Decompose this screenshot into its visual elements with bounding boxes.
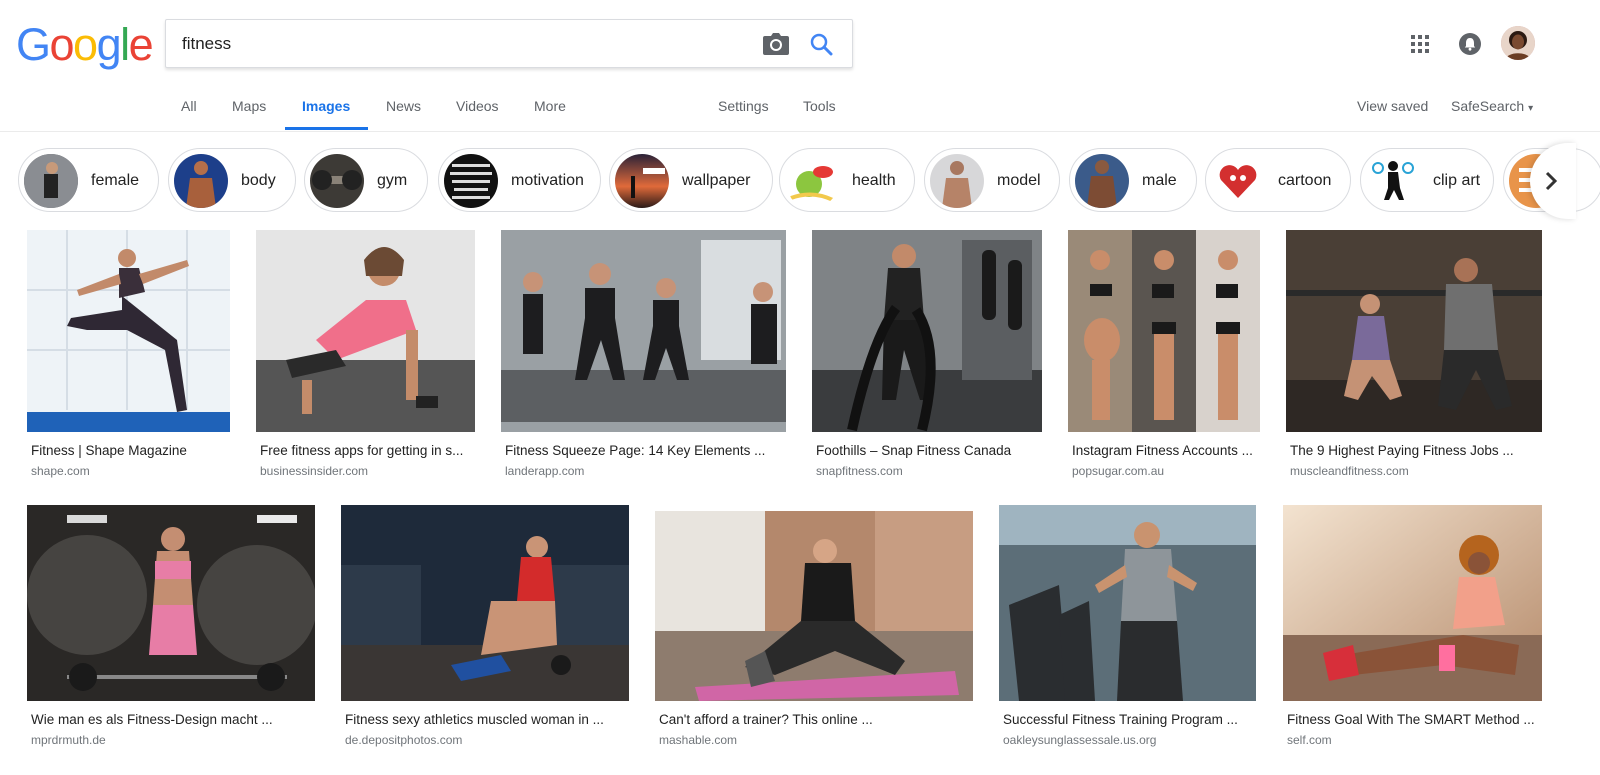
result-image — [1068, 230, 1260, 432]
tab-tools[interactable]: Tools — [803, 98, 836, 114]
chip-label: model — [997, 172, 1041, 189]
tab-maps[interactable]: Maps — [232, 98, 266, 114]
related-chips: female body gym motivation wallpaper hea… — [0, 148, 1600, 214]
chip-thumb — [310, 154, 364, 208]
result-image — [655, 511, 973, 701]
safesearch-label: SafeSearch — [1451, 98, 1525, 114]
image-result[interactable]: Can't afford a trainer? This online ... … — [655, 505, 975, 755]
result-title[interactable]: Fitness sexy athletics muscled woman in … — [345, 712, 604, 727]
chip-thumb — [174, 154, 228, 208]
header: Google — [0, 0, 1600, 90]
result-domain: snapfitness.com — [816, 464, 903, 478]
result-title[interactable]: Foothills – Snap Fitness Canada — [816, 443, 1011, 458]
chip-thumb — [24, 154, 78, 208]
chip-wallpaper[interactable]: wallpaper — [609, 148, 773, 212]
tab-all[interactable]: All — [181, 98, 197, 114]
result-domain: businessinsider.com — [260, 464, 369, 478]
result-domain: muscleandfitness.com — [1290, 464, 1409, 478]
chip-thumb — [615, 154, 669, 208]
result-domain: shape.com — [31, 464, 90, 478]
search-icon[interactable] — [809, 32, 833, 56]
apps-grid-icon[interactable] — [1411, 35, 1429, 53]
result-image — [256, 230, 475, 432]
result-image — [27, 230, 230, 432]
result-domain: mprdrmuth.de — [31, 733, 106, 747]
chip-male[interactable]: male — [1069, 148, 1197, 212]
chip-label: gym — [377, 172, 408, 189]
result-domain: self.com — [1287, 733, 1332, 747]
chip-label: clip art — [1433, 172, 1481, 189]
chip-label: male — [1142, 172, 1177, 189]
image-result[interactable]: Instagram Fitness Accounts ... popsugar.… — [1068, 230, 1263, 480]
result-title[interactable]: Instagram Fitness Accounts ... — [1072, 443, 1253, 458]
chip-clip-art[interactable]: clip art — [1360, 148, 1494, 212]
chip-female[interactable]: female — [18, 148, 159, 212]
chip-thumb — [444, 154, 498, 208]
result-image — [27, 505, 315, 701]
image-result[interactable]: Fitness | Shape Magazine shape.com — [27, 230, 232, 480]
result-image — [501, 230, 786, 432]
image-result[interactable]: Free fitness apps for getting in s... bu… — [256, 230, 478, 480]
chip-label: cartoon — [1278, 172, 1332, 189]
chip-thumb — [1366, 154, 1420, 208]
chip-label: health — [852, 172, 896, 189]
tab-news[interactable]: News — [386, 98, 421, 114]
chip-label: female — [91, 172, 140, 189]
safesearch-menu[interactable]: SafeSearch ▾ — [1451, 98, 1533, 114]
chip-label: body — [241, 172, 276, 189]
chip-model[interactable]: model — [924, 148, 1060, 212]
image-result[interactable]: Fitness Goal With The SMART Method ... s… — [1283, 505, 1545, 755]
image-result[interactable]: Successful Fitness Training Program ... … — [999, 505, 1259, 755]
chip-thumb — [930, 154, 984, 208]
chip-health[interactable]: health — [779, 148, 915, 212]
search-input[interactable] — [182, 32, 742, 56]
result-title[interactable]: Wie man es als Fitness-Design macht ... — [31, 712, 273, 727]
result-domain: mashable.com — [659, 733, 738, 747]
google-logo[interactable]: Google — [16, 22, 154, 67]
chevron-right-icon — [1545, 171, 1558, 191]
tab-more[interactable]: More — [534, 98, 566, 114]
chip-motivation[interactable]: motivation — [438, 148, 601, 212]
tab-images[interactable]: Images — [302, 98, 350, 114]
result-title[interactable]: Fitness Goal With The SMART Method ... — [1287, 712, 1535, 727]
view-saved-link[interactable]: View saved — [1357, 98, 1428, 114]
result-title[interactable]: Fitness | Shape Magazine — [31, 443, 187, 458]
chip-label: motivation — [511, 172, 584, 189]
camera-icon[interactable] — [763, 33, 789, 55]
image-result[interactable]: The 9 Highest Paying Fitness Jobs ... mu… — [1286, 230, 1544, 480]
result-image — [812, 230, 1042, 432]
tab-videos[interactable]: Videos — [456, 98, 499, 114]
image-result[interactable]: Wie man es als Fitness-Design macht ... … — [27, 505, 317, 755]
result-domain: oakleysunglassessale.us.org — [1003, 733, 1157, 747]
result-image — [1283, 505, 1542, 701]
account-avatar[interactable] — [1501, 26, 1535, 60]
result-domain: landerapp.com — [505, 464, 585, 478]
image-result[interactable]: Fitness Squeeze Page: 14 Key Elements ..… — [501, 230, 788, 480]
result-title[interactable]: Successful Fitness Training Program ... — [1003, 712, 1238, 727]
chip-gym[interactable]: gym — [304, 148, 428, 212]
chip-thumb — [1075, 154, 1129, 208]
result-image — [1286, 230, 1542, 432]
chip-thumb — [1211, 154, 1265, 208]
chip-cartoon[interactable]: cartoon — [1205, 148, 1351, 212]
result-title[interactable]: The 9 Highest Paying Fitness Jobs ... — [1290, 443, 1514, 458]
result-domain: popsugar.com.au — [1072, 464, 1165, 478]
search-box — [165, 19, 853, 68]
result-title[interactable]: Free fitness apps for getting in s... — [260, 443, 463, 458]
chip-body[interactable]: body — [168, 148, 296, 212]
tab-settings[interactable]: Settings — [718, 98, 769, 114]
image-result[interactable]: Foothills – Snap Fitness Canada snapfitn… — [812, 230, 1044, 480]
search-nav: All Maps Images News Videos More Setting… — [0, 86, 1600, 132]
chip-thumb — [785, 154, 839, 208]
caret-down-icon: ▾ — [1528, 103, 1534, 114]
result-domain: de.depositphotos.com — [345, 733, 463, 747]
active-tab-indicator — [285, 127, 368, 130]
result-image — [999, 505, 1256, 701]
result-title[interactable]: Can't afford a trainer? This online ... — [659, 712, 873, 727]
notifications-bell-icon[interactable] — [1459, 33, 1481, 55]
result-image — [341, 505, 629, 701]
chip-label: wallpaper — [682, 172, 751, 189]
image-result[interactable]: Fitness sexy athletics muscled woman in … — [341, 505, 631, 755]
result-title[interactable]: Fitness Squeeze Page: 14 Key Elements ..… — [505, 443, 765, 458]
